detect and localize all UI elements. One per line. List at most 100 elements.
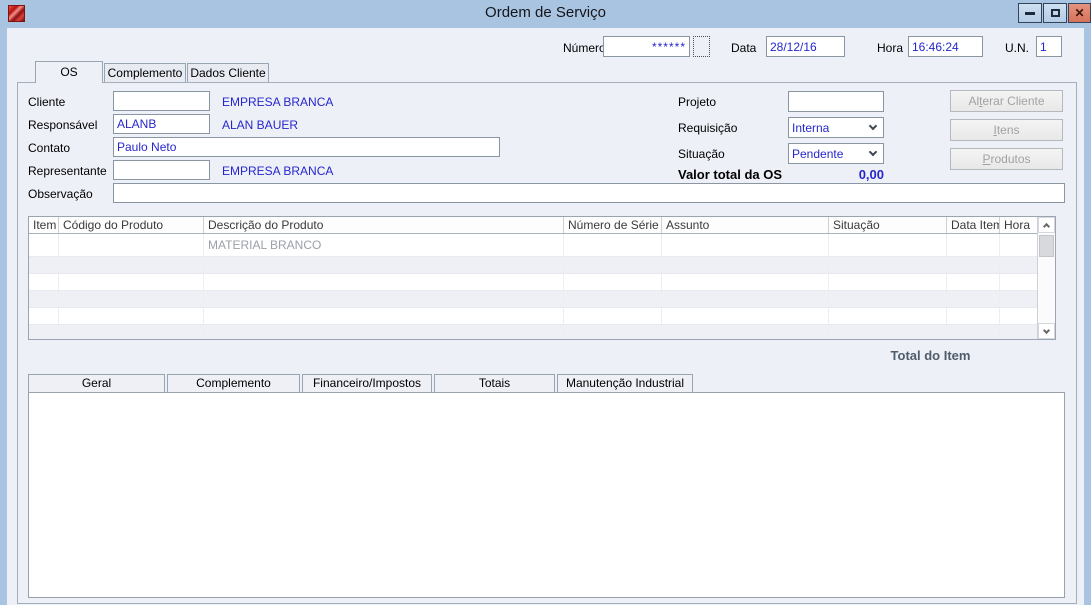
cell-numero-serie [564, 234, 662, 256]
situacao-value: Pendente [792, 146, 844, 161]
items-table: Item Código do Produto Descrição do Prod… [28, 216, 1056, 340]
cell-item [29, 257, 59, 273]
cliente-name-text: EMPRESA BRANCA [222, 95, 334, 109]
cell-assunto [662, 308, 829, 324]
observacao-label: Observação [28, 187, 93, 201]
tab-complemento-bottom[interactable]: Complemento [167, 374, 300, 393]
tab-financeiro-impostos[interactable]: Financeiro/Impostos [302, 374, 432, 393]
observacao-input[interactable] [113, 183, 1065, 203]
cell-assunto [662, 325, 829, 339]
itens-button[interactable]: Itens [950, 119, 1063, 141]
cell-situacao [829, 308, 947, 324]
table-row[interactable] [29, 274, 1055, 291]
cell-numero-serie [564, 308, 662, 324]
service-order-window: Ordem de Serviço ✕ Número Data Hora U.N.… [0, 0, 1091, 605]
produtos-button[interactable]: Produtos [950, 148, 1063, 170]
cell-descricao [204, 291, 564, 307]
alterar-cliente-button[interactable]: Alterar Cliente [950, 90, 1063, 112]
hora-label: Hora [877, 41, 904, 55]
numero-input[interactable] [603, 36, 690, 57]
chevron-down-icon [1042, 326, 1051, 334]
table-row[interactable] [29, 325, 1055, 339]
tab-manutencao-industrial[interactable]: Manutenção Industrial [557, 374, 693, 393]
contato-input[interactable] [113, 137, 500, 157]
scroll-down-button[interactable] [1038, 323, 1055, 339]
scroll-up-button[interactable] [1038, 217, 1055, 233]
window-title: Ordem de Serviço [485, 4, 606, 21]
chevron-up-icon [1042, 222, 1051, 231]
contato-label: Contato [28, 141, 71, 155]
scroll-thumb[interactable] [1039, 235, 1054, 257]
cell-item [29, 308, 59, 324]
cell-item [29, 325, 59, 339]
button-label-part: rodutos [990, 152, 1031, 166]
representante-name-text: EMPRESA BRANCA [222, 164, 334, 178]
tab-dados-cliente[interactable]: Dados Cliente [187, 63, 269, 82]
representante-label: Representante [28, 164, 107, 178]
table-row[interactable] [29, 257, 1055, 274]
projeto-label: Projeto [678, 95, 717, 109]
table-row[interactable]: MATERIAL BRANCO [29, 234, 1055, 257]
cliente-code-input[interactable] [113, 91, 210, 111]
cell-situacao [829, 291, 947, 307]
close-icon: ✕ [1074, 6, 1085, 20]
cell-hora [1000, 325, 1037, 339]
responsavel-code-input[interactable] [113, 114, 210, 134]
cliente-label: Cliente [28, 95, 66, 109]
requisicao-value: Interna [792, 120, 830, 135]
requisicao-select[interactable]: Interna [788, 117, 884, 138]
tab-os[interactable]: OS [35, 61, 103, 83]
table-scrollbar [1037, 217, 1055, 339]
cell-codigo [59, 274, 204, 290]
data-input[interactable] [766, 36, 845, 57]
cell-codigo [59, 257, 204, 273]
chevron-down-icon [868, 121, 878, 131]
column-header-situacao[interactable]: Situação [829, 217, 947, 233]
titlebar: Ordem de Serviço ✕ [0, 0, 1091, 28]
cell-codigo [59, 234, 204, 256]
tab-complemento[interactable]: Complemento [104, 63, 186, 82]
column-header-data-item[interactable]: Data Item [947, 217, 1000, 233]
situacao-select[interactable]: Pendente [788, 143, 884, 164]
cell-codigo [59, 291, 204, 307]
projeto-input[interactable] [788, 91, 884, 112]
numero-browse-button[interactable] [693, 36, 710, 57]
cell-assunto [662, 234, 829, 256]
table-row[interactable] [29, 291, 1055, 308]
requisicao-label: Requisição [678, 121, 738, 135]
hora-input[interactable] [908, 36, 983, 57]
cell-assunto [662, 257, 829, 273]
tab-totais[interactable]: Totais [434, 374, 555, 393]
column-header-assunto[interactable]: Assunto [662, 217, 829, 233]
column-header-item[interactable]: Item [29, 217, 59, 233]
cell-data-item [947, 291, 1000, 307]
responsavel-name-text: ALAN BAUER [222, 118, 299, 132]
cell-numero-serie [564, 257, 662, 273]
maximize-button[interactable] [1043, 3, 1067, 23]
cell-codigo [59, 325, 204, 339]
column-header-hora[interactable]: Hora [1000, 217, 1037, 233]
cell-assunto [662, 291, 829, 307]
minimize-icon [1025, 11, 1035, 15]
minimize-button[interactable] [1018, 3, 1042, 23]
cell-hora [1000, 234, 1037, 256]
table-header-row: Item Código do Produto Descrição do Prod… [29, 217, 1055, 234]
un-input[interactable] [1036, 36, 1062, 57]
numero-label: Número [563, 41, 606, 55]
chevron-down-icon [868, 147, 878, 157]
cell-data-item [947, 325, 1000, 339]
cell-numero-serie [564, 274, 662, 290]
cell-data-item [947, 234, 1000, 256]
column-header-descricao-produto[interactable]: Descrição do Produto [204, 217, 564, 233]
cell-descricao [204, 257, 564, 273]
table-row[interactable] [29, 308, 1055, 325]
cell-hora [1000, 257, 1037, 273]
column-header-numero-serie[interactable]: Número de Série [564, 217, 662, 233]
representante-code-input[interactable] [113, 160, 210, 180]
tab-geral[interactable]: Geral [28, 374, 165, 393]
close-button[interactable]: ✕ [1068, 3, 1091, 23]
cell-assunto [662, 274, 829, 290]
cell-data-item [947, 274, 1000, 290]
column-header-codigo-produto[interactable]: Código do Produto [59, 217, 204, 233]
button-label-part: tens [996, 123, 1020, 137]
